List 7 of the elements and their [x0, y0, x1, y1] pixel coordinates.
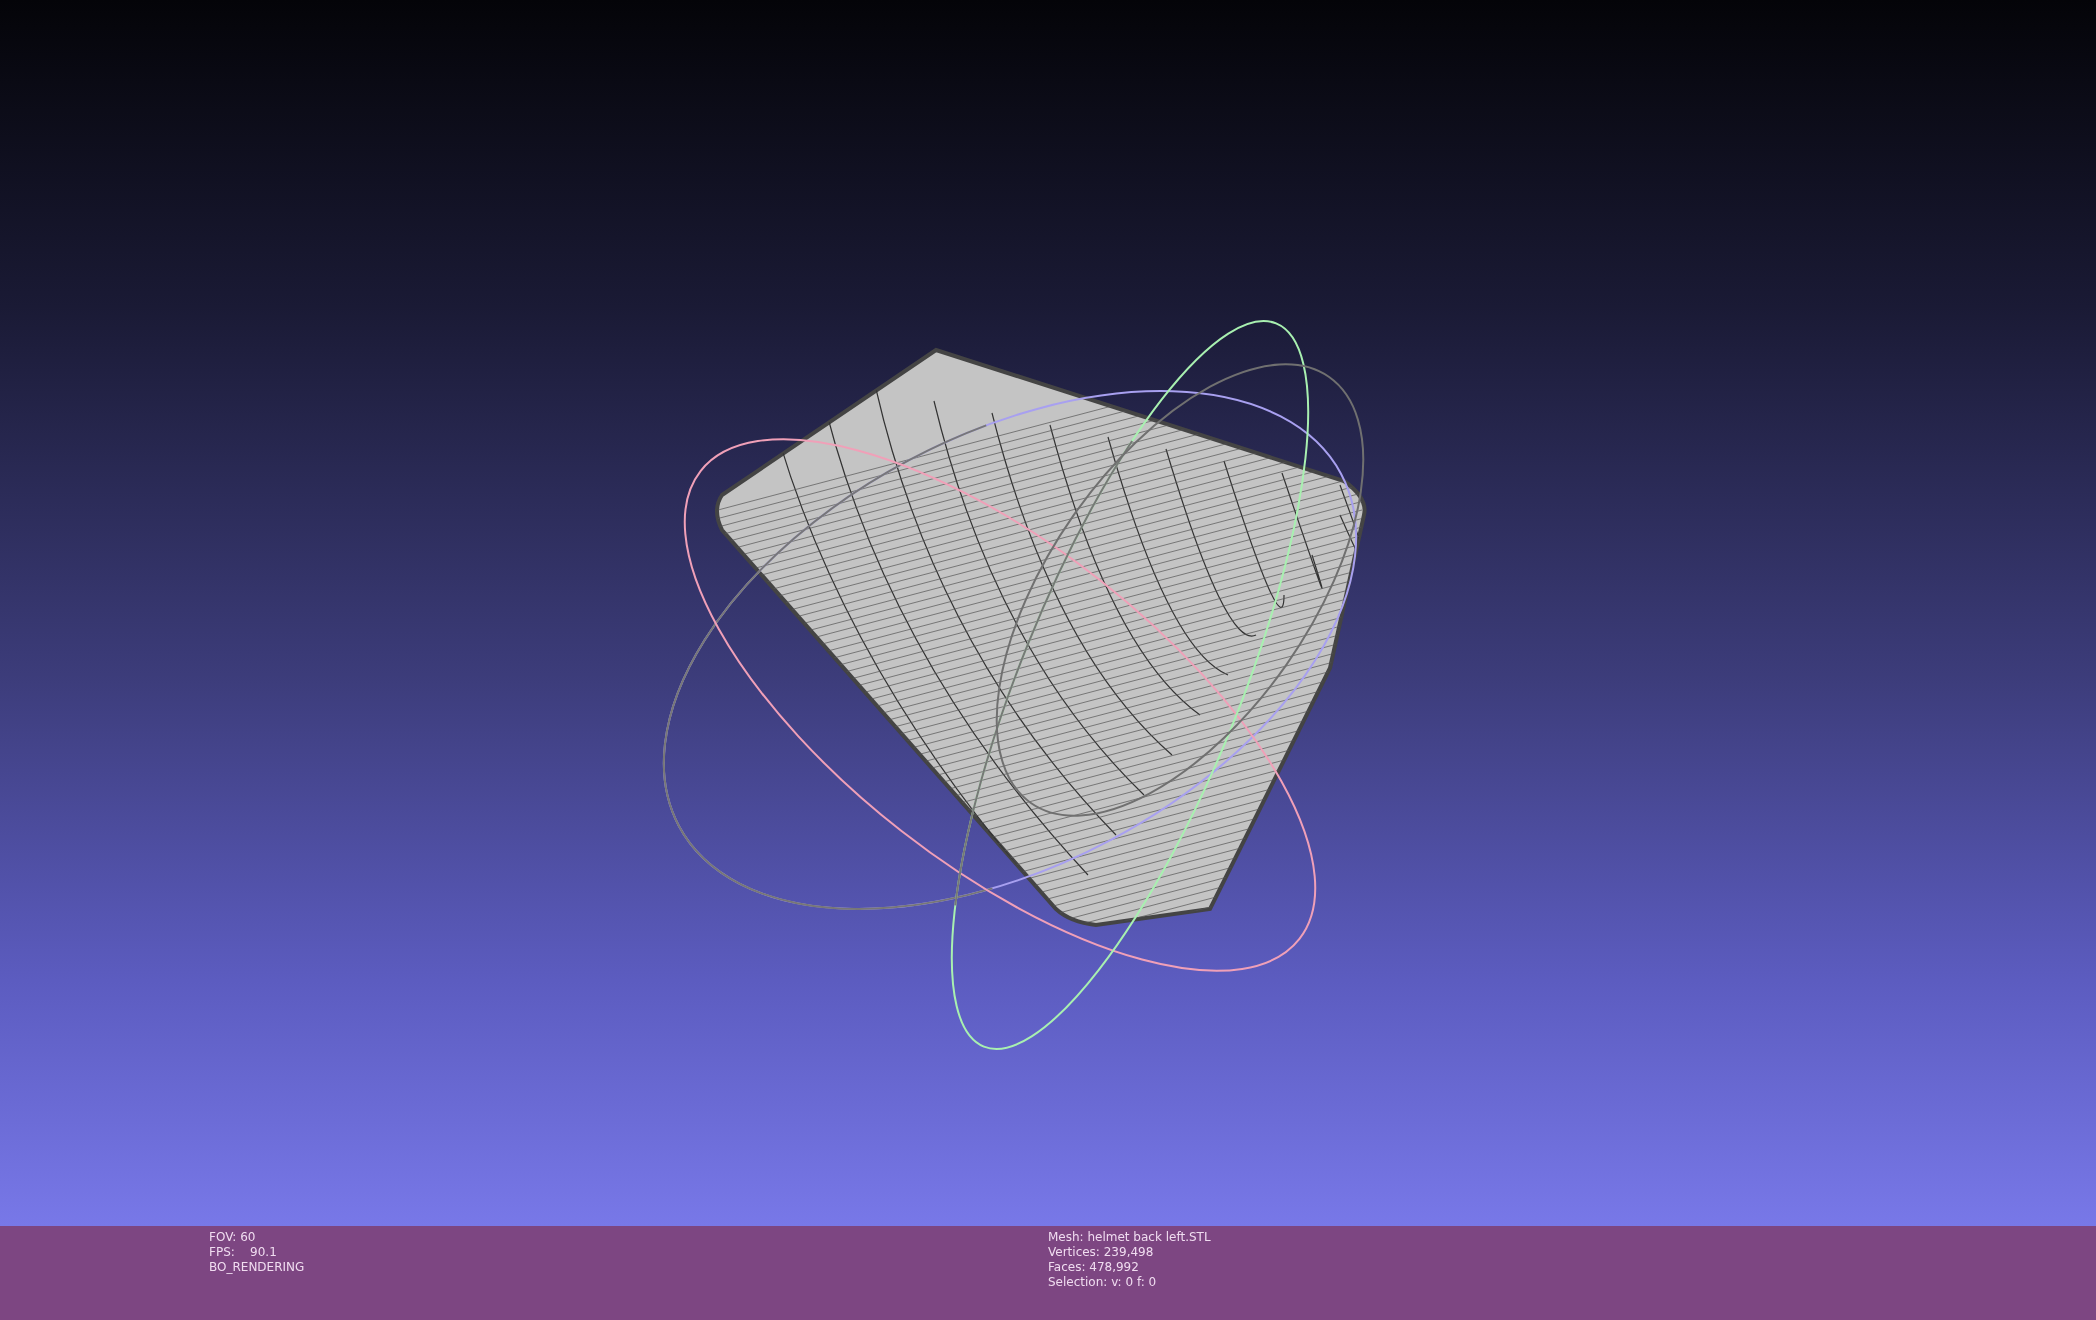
info-text: Vertices: 239,498 — [1048, 1245, 1154, 1260]
info-text: FOV: 60 — [209, 1230, 256, 1245]
info-text: Mesh: helmet back left.STL — [1048, 1230, 1211, 1245]
info-text: Selection: v: 0 f: 0 — [1048, 1275, 1157, 1290]
info-text: BO_RENDERING — [209, 1260, 305, 1275]
info-text: FPS: 90.1 — [209, 1245, 277, 1260]
info-text: Faces: 478,992 — [1048, 1260, 1139, 1275]
